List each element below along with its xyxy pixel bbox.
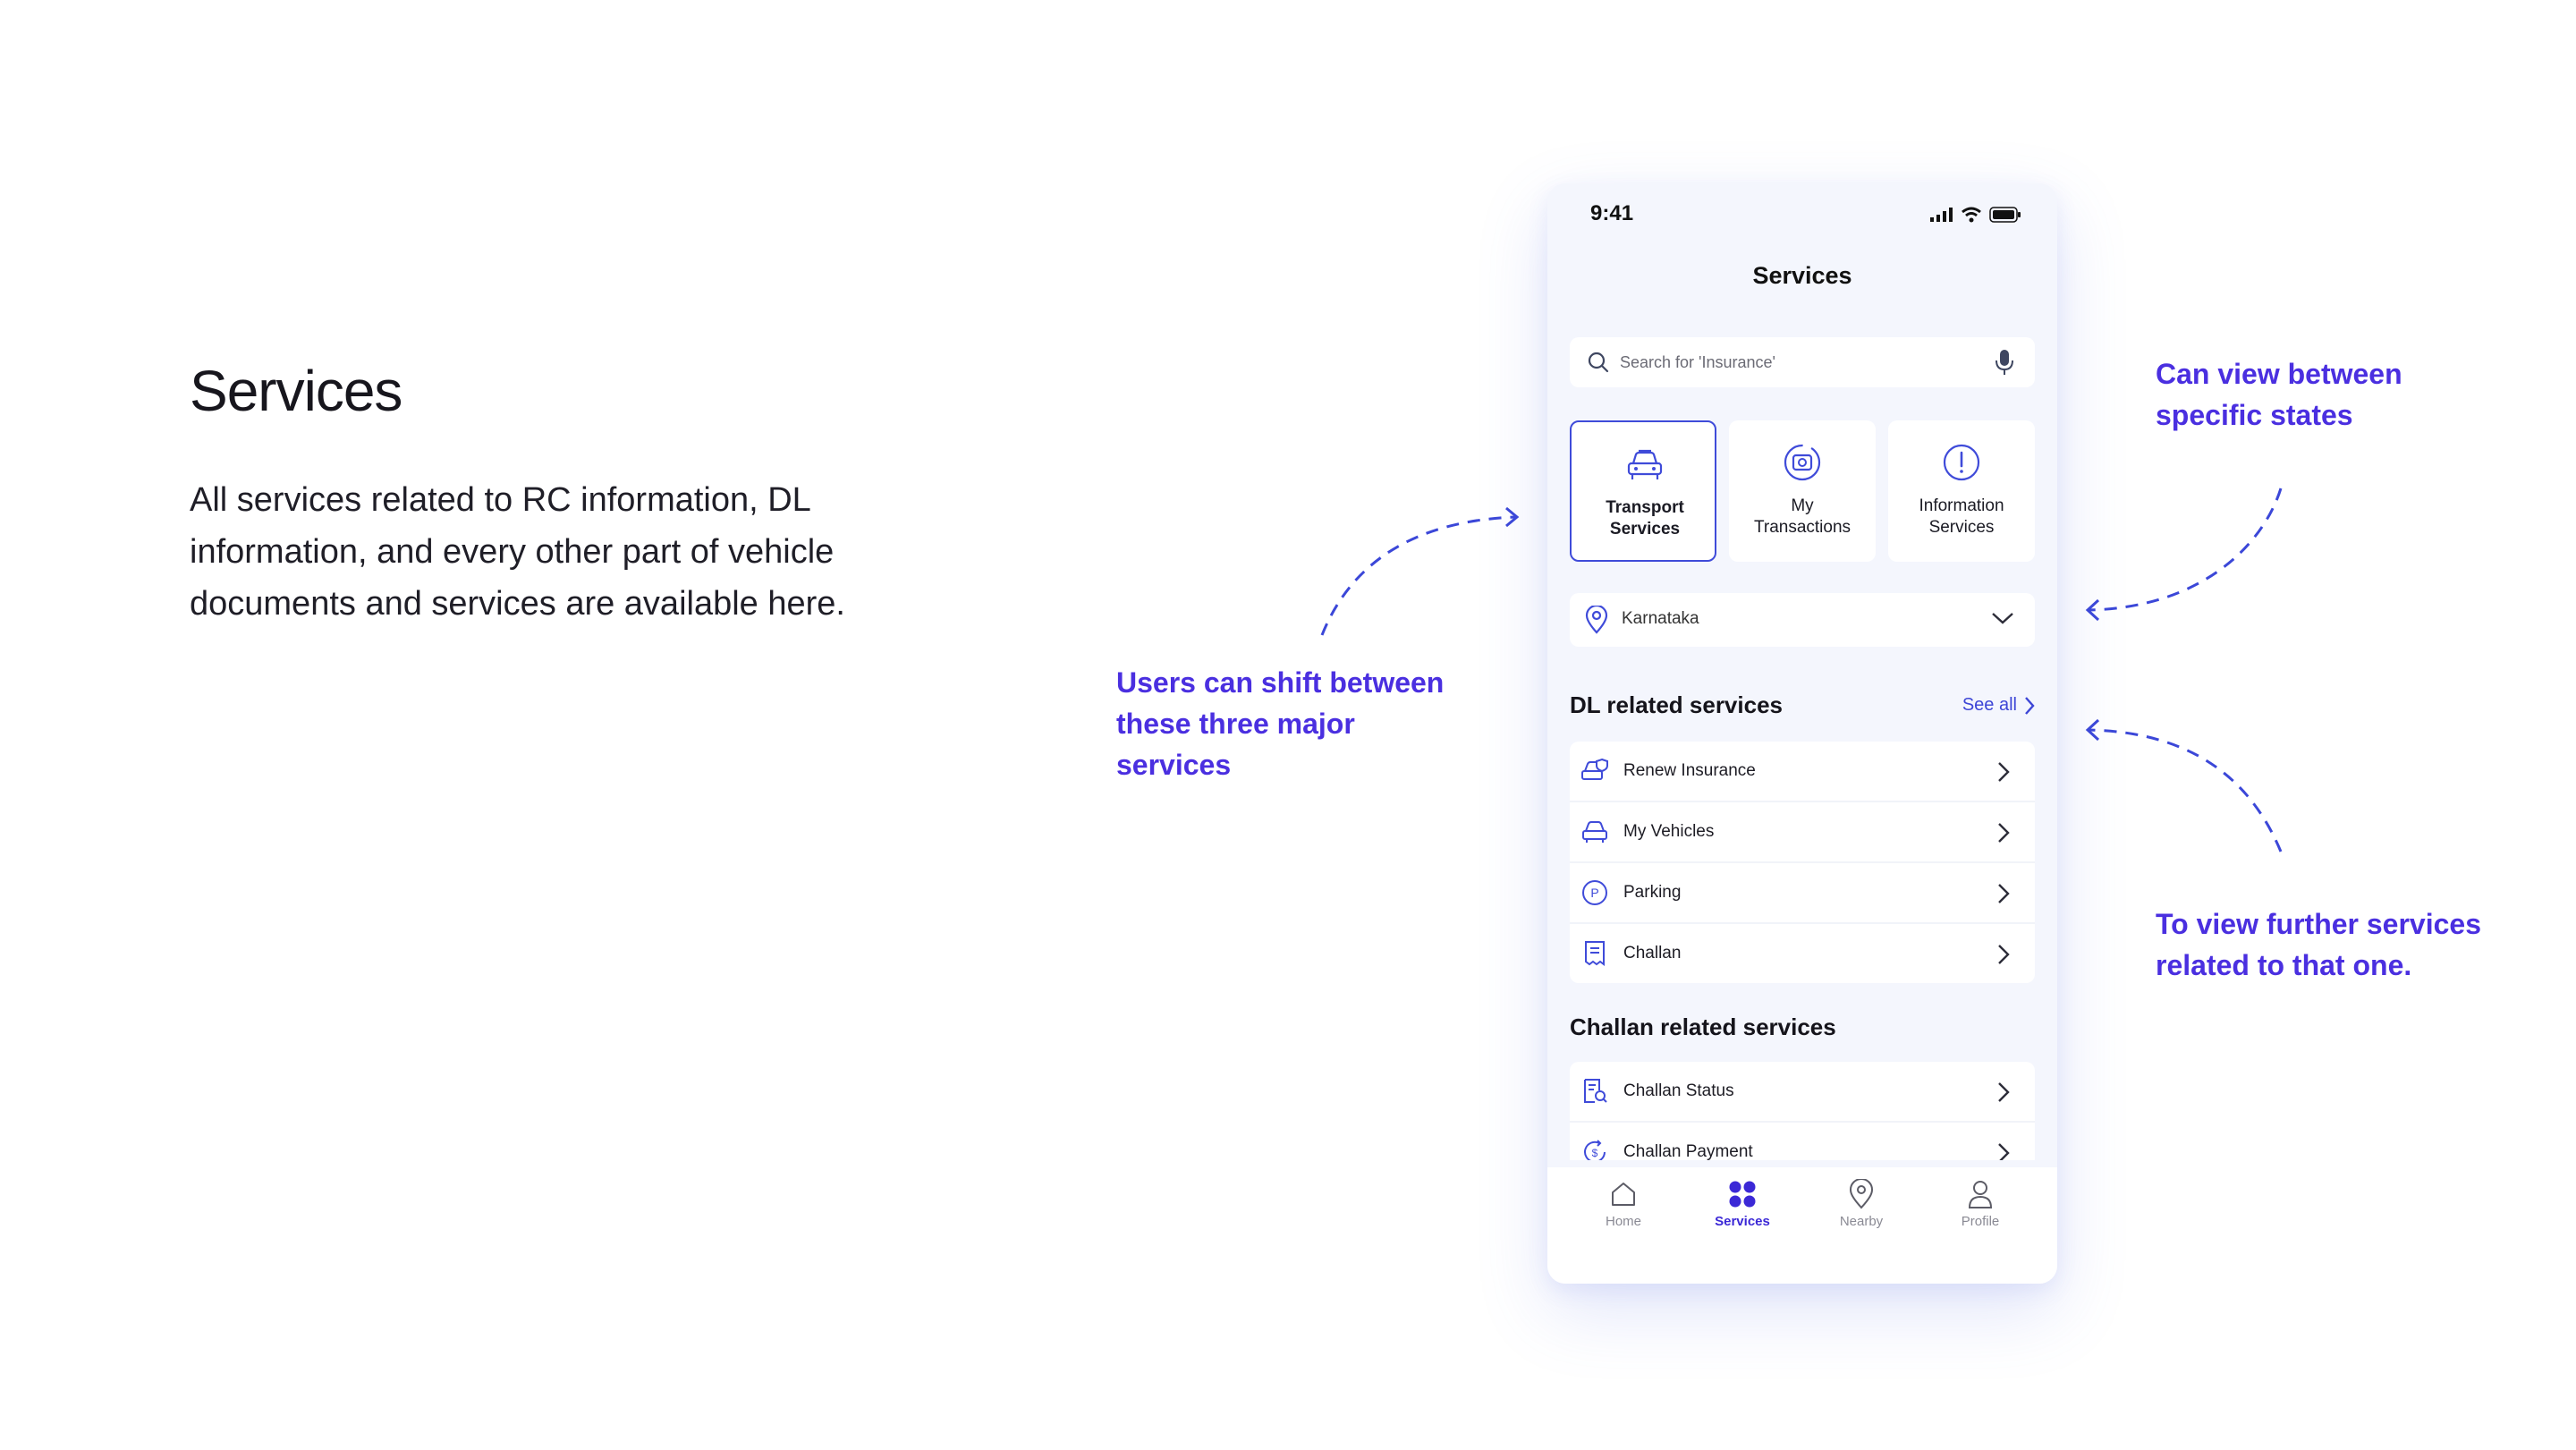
page-title: Services bbox=[190, 359, 402, 423]
list-item[interactable]: $ Challan Payment bbox=[1570, 1123, 2035, 1160]
nav-services[interactable]: Services bbox=[1693, 1176, 1792, 1229]
chevron-right-icon bbox=[1997, 883, 2010, 909]
tab-transport-services[interactable]: Transport Services bbox=[1570, 420, 1716, 562]
document-search-icon bbox=[1580, 1077, 1609, 1106]
nav-label: Nearby bbox=[1839, 1214, 1884, 1229]
battery-icon bbox=[1989, 207, 2021, 223]
grid-icon bbox=[1693, 1176, 1792, 1212]
tab-my-transactions[interactable]: My Transactions bbox=[1729, 420, 1876, 562]
location-pin-icon bbox=[1812, 1176, 1911, 1212]
home-icon bbox=[1574, 1176, 1673, 1212]
nav-label: Services bbox=[1715, 1214, 1770, 1229]
list-item-label: Renew Insurance bbox=[1623, 761, 1756, 780]
search-input[interactable] bbox=[1620, 344, 1978, 380]
nav-home[interactable]: Home bbox=[1574, 1176, 1673, 1229]
state-selector[interactable]: Karnataka bbox=[1570, 593, 2035, 647]
list-item[interactable]: My Vehicles bbox=[1570, 802, 2035, 863]
challan-section-title: Challan related services bbox=[1570, 1013, 1836, 1040]
phone-mockup: 9:41 Services Search for 'Insurance' Tra… bbox=[1547, 183, 2057, 1284]
dl-services-list: Renew Insurance My Vehicles P Parking Ch… bbox=[1570, 742, 2035, 983]
car-icon bbox=[1580, 818, 1609, 846]
tab-label: Information Services bbox=[1919, 496, 2004, 537]
receipt-icon bbox=[1580, 939, 1609, 968]
arrow-to-see-all bbox=[2085, 718, 2283, 852]
nav-label: Home bbox=[1605, 1214, 1641, 1229]
nav-profile[interactable]: Profile bbox=[1931, 1176, 2029, 1229]
car-shield-icon bbox=[1580, 757, 1609, 785]
arrow-to-state bbox=[2085, 488, 2283, 622]
list-item[interactable]: Renew Insurance bbox=[1570, 742, 2035, 802]
see-all-label: See all bbox=[1962, 695, 2017, 715]
tab-information-services[interactable]: Information Services bbox=[1888, 420, 2035, 562]
tab-label: My Transactions bbox=[1753, 496, 1852, 537]
wifi-icon bbox=[1962, 207, 1981, 223]
dl-section-title: DL related services bbox=[1570, 691, 1783, 718]
bottom-nav: Home Services Nearby Profile bbox=[1547, 1167, 2057, 1284]
info-icon bbox=[1888, 440, 2035, 485]
svg-text:$: $ bbox=[1592, 1147, 1598, 1159]
annotation-states: Can view between specific states bbox=[2156, 358, 2402, 431]
nav-label: Profile bbox=[1961, 1214, 2000, 1229]
status-bar: 9:41 bbox=[1547, 183, 2057, 237]
list-item-label: Parking bbox=[1623, 883, 1682, 902]
annotation-shift: Users can shift between these three majo… bbox=[1116, 666, 1445, 781]
list-item-label: Challan Payment bbox=[1623, 1142, 1753, 1160]
list-item-label: My Vehicles bbox=[1623, 822, 1715, 841]
service-tabs: Transport Services My Transactions Infor… bbox=[1570, 420, 2035, 562]
list-item[interactable]: P Parking bbox=[1570, 863, 2035, 924]
list-item[interactable]: Challan bbox=[1570, 924, 2035, 983]
chevron-right-icon bbox=[1997, 1142, 2010, 1160]
status-time: 9:41 bbox=[1590, 201, 1634, 225]
svg-text:P: P bbox=[1590, 886, 1598, 900]
payment-icon: $ bbox=[1580, 1138, 1609, 1160]
microphone-icon[interactable] bbox=[1990, 348, 2019, 377]
car-icon bbox=[1572, 442, 1718, 487]
nav-nearby[interactable]: Nearby bbox=[1812, 1176, 1911, 1229]
arrow-to-tiles bbox=[1320, 506, 1520, 636]
tab-label: Transport Services bbox=[1606, 498, 1684, 538]
chevron-right-icon bbox=[1997, 1081, 2010, 1107]
transactions-icon bbox=[1729, 440, 1876, 485]
chevron-down-icon bbox=[1990, 609, 2015, 632]
page-description: All services related to RC information, … bbox=[190, 481, 845, 623]
location-pin-icon bbox=[1580, 604, 1613, 636]
parking-icon: P bbox=[1580, 878, 1609, 907]
screen-title: Services bbox=[1752, 262, 1852, 289]
annotation-further: To view further services related to that… bbox=[2156, 908, 2481, 981]
signal-icon bbox=[1930, 208, 1953, 222]
search-icon bbox=[1586, 350, 1611, 375]
list-item-label: Challan bbox=[1623, 944, 1682, 962]
chevron-right-icon bbox=[1997, 761, 2010, 787]
chevron-right-icon bbox=[1997, 822, 2010, 848]
search-bar[interactable] bbox=[1570, 337, 2035, 387]
see-all-link[interactable]: See all bbox=[1962, 695, 2035, 716]
user-icon bbox=[1931, 1176, 2029, 1212]
list-item-label: Challan Status bbox=[1623, 1081, 1734, 1100]
challan-list-viewport: Challan Status $ Challan Payment bbox=[1570, 1062, 2035, 1160]
list-item[interactable]: Challan Status bbox=[1570, 1062, 2035, 1123]
challan-services-list: Challan Status $ Challan Payment bbox=[1570, 1062, 2035, 1160]
chevron-right-icon bbox=[1997, 944, 2010, 970]
chevron-right-icon bbox=[2025, 696, 2035, 715]
state-value: Karnataka bbox=[1622, 609, 1699, 628]
